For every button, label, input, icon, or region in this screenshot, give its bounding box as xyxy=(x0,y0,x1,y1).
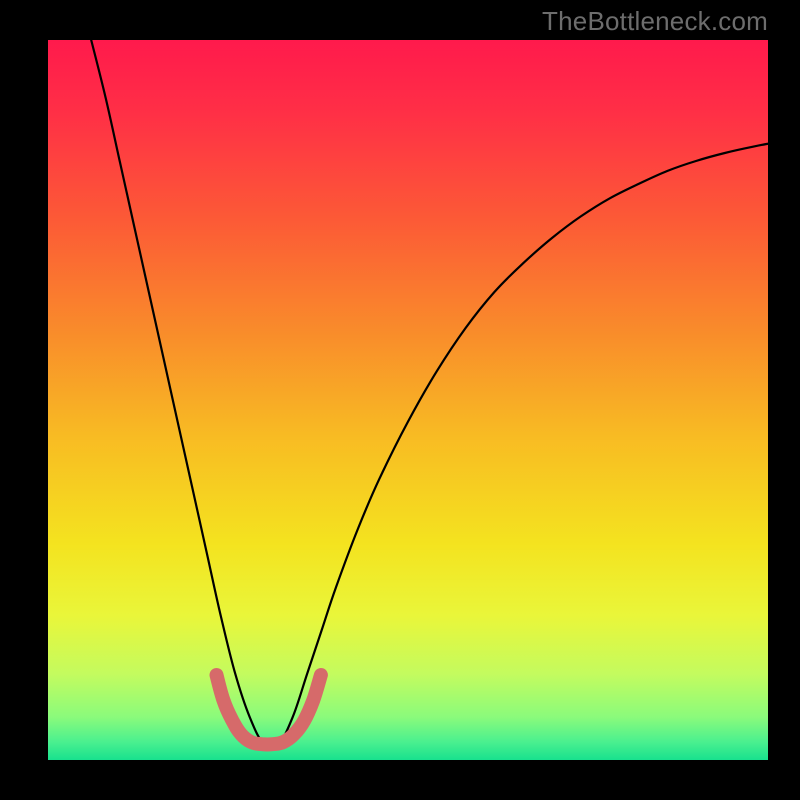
bottleneck-curve xyxy=(91,40,768,748)
highlight-segment xyxy=(217,675,321,745)
curve-layer xyxy=(48,40,768,760)
watermark-text: TheBottleneck.com xyxy=(542,6,768,37)
chart-frame: TheBottleneck.com xyxy=(0,0,800,800)
plot-area xyxy=(48,40,768,760)
